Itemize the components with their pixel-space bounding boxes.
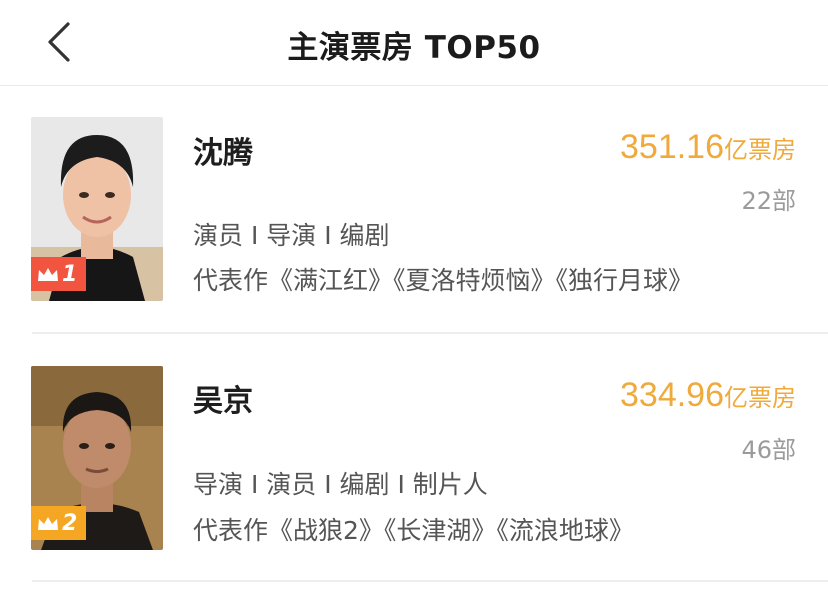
representative-works: 代表作《满江红》《夏洛特烦恼》《独行月球》 <box>193 266 694 295</box>
list-item[interactable]: 1 沈腾 351.16亿票房 22部 演员 I 导演 I 编剧 代表作《满江红》… <box>0 86 828 334</box>
box-office-unit: 亿票房 <box>724 136 796 164</box>
actor-name: 吴京 <box>193 384 253 419</box>
box-office-value: 334.96 <box>620 376 724 414</box>
avatar: 1 <box>31 117 163 301</box>
box-office-value: 351.16 <box>620 128 724 166</box>
nav-bar: 主演票房 TOP50 <box>0 0 828 86</box>
rank-badge: 1 <box>31 257 87 291</box>
list-item[interactable]: 2 吴京 334.96亿票房 46部 导演 I 演员 I 编剧 I 制片人 代表… <box>0 334 828 582</box>
rank-number: 1 <box>62 261 78 287</box>
actor-roles: 演员 I 导演 I 编剧 <box>193 221 390 250</box>
actor-roles: 导演 I 演员 I 编剧 I 制片人 <box>193 470 488 499</box>
film-count: 46部 <box>741 436 796 464</box>
box-office-unit: 亿票房 <box>724 384 796 412</box>
divider <box>32 580 828 582</box>
page-title: 主演票房 TOP50 <box>287 30 541 66</box>
actor-name: 沈腾 <box>193 136 253 171</box>
representative-works: 代表作《战狼2》《长津湖》《流浪地球》 <box>193 516 634 545</box>
rank-badge: 2 <box>31 506 87 540</box>
crown-icon <box>38 517 58 530</box>
box-office: 351.16亿票房 <box>620 128 796 167</box>
avatar: 2 <box>31 366 163 550</box>
film-count: 22部 <box>741 187 796 215</box>
crown-icon <box>38 268 58 281</box>
box-office: 334.96亿票房 <box>620 376 796 415</box>
rank-number: 2 <box>62 510 78 536</box>
